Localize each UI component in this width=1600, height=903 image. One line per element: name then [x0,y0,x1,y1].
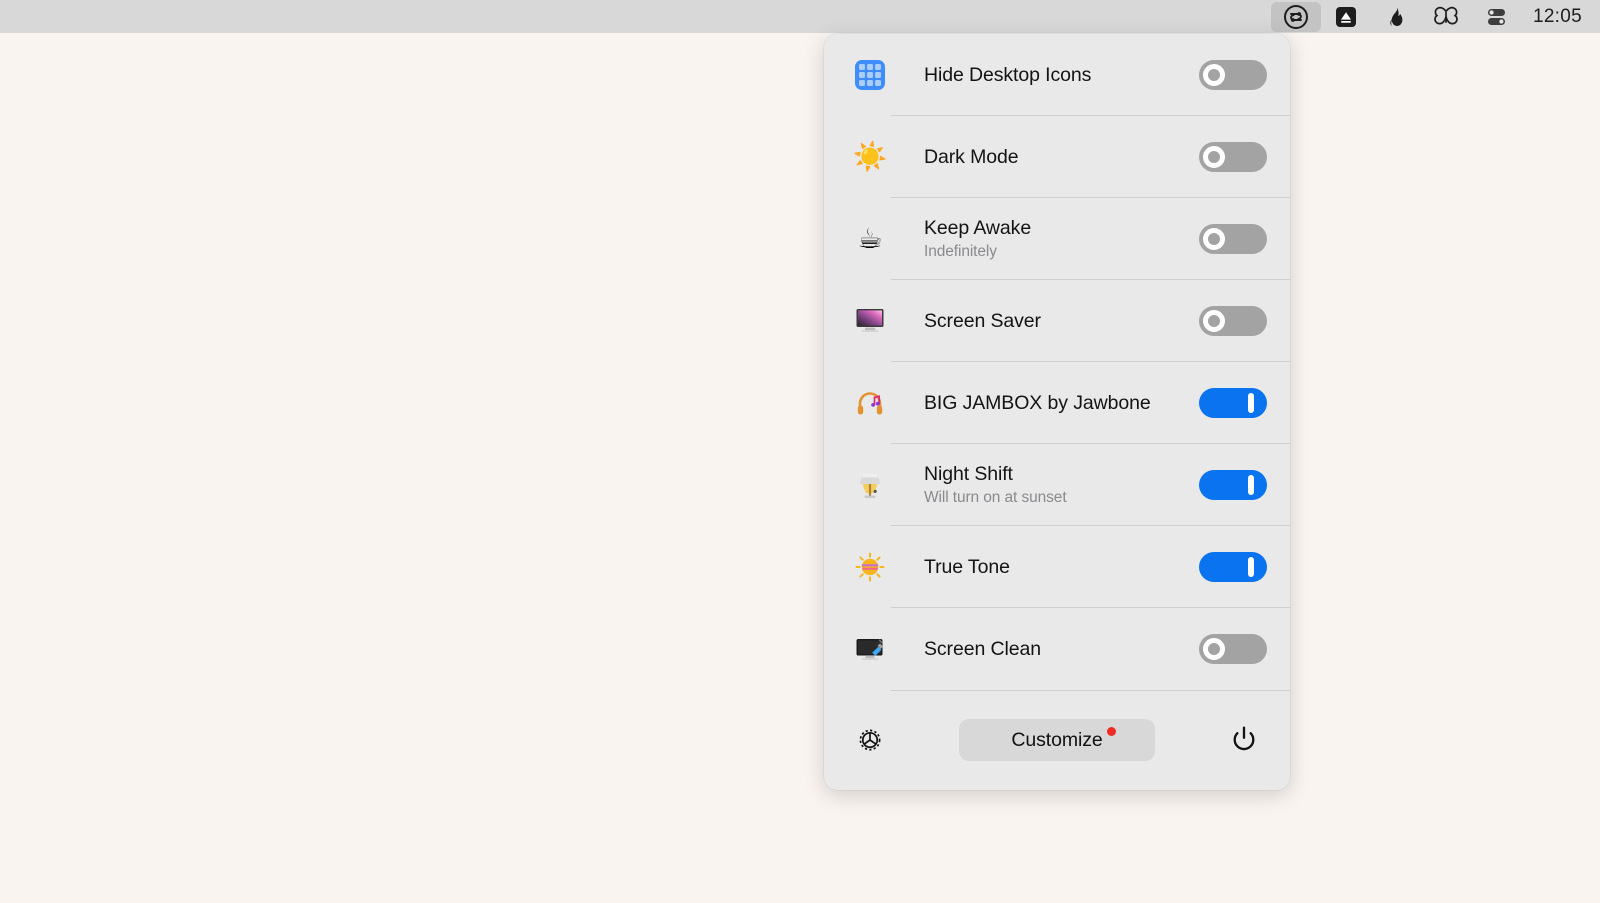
row-title: Keep Awake [924,217,1199,240]
menu-bar: 12:05 [0,0,1600,33]
toggle-keep-awake[interactable] [1199,224,1267,254]
toggle-screen-saver[interactable] [1199,306,1267,336]
row-title: BIG JAMBOX by Jawbone [924,392,1199,415]
gear-icon[interactable] [850,720,890,760]
row-subtitle: Indefinitely [924,242,1199,261]
row-text: Screen Clean [924,638,1199,661]
screen-clean-icon [850,629,890,669]
toggle-knob [1203,64,1225,86]
row-text: Dark Mode [924,146,1199,169]
menubar-toggles-icon[interactable] [1471,2,1521,32]
row-hide-desktop-icons[interactable]: Hide Desktop Icons [824,34,1290,116]
grid-icon [850,55,890,95]
row-title: Screen Clean [924,638,1199,661]
sun-icon: ☀️ [850,137,890,177]
row-big-jambox-by-jawbone[interactable]: BIG JAMBOX by Jawbone [824,362,1290,444]
toggle-night-shift[interactable] [1199,470,1267,500]
coffee-cup-icon: ☕ [850,219,890,259]
row-text: Night Shift Will turn on at sunset [924,463,1199,507]
panel-footer: Customize [824,690,1290,790]
menubar-clock: 12:05 [1533,6,1582,28]
toggle-rows-list: Hide Desktop Icons ☀️ Dark Mode ☕ [824,34,1290,690]
toggle-knob-bar [1248,393,1254,413]
toggle-knob-bar [1248,557,1254,577]
toggle-hide-desktop-icons[interactable] [1199,60,1267,90]
headphones-icon [850,383,890,423]
row-subtitle: Will turn on at sunset [924,488,1199,507]
notification-badge-dot [1107,727,1116,736]
menubar-flame-icon[interactable] [1371,2,1421,32]
row-dark-mode[interactable]: ☀️ Dark Mode [824,116,1290,198]
menubar-cleanmymac-icon[interactable] [1321,2,1371,32]
footer-divider [891,690,1290,691]
row-keep-awake[interactable]: ☕ Keep Awake Indefinitely [824,198,1290,280]
sun-with-face-icon [850,547,890,587]
customize-label: Customize [1011,729,1102,752]
row-screen-clean[interactable]: Screen Clean [824,608,1290,690]
row-title: Screen Saver [924,310,1199,333]
toggle-screen-clean[interactable] [1199,634,1267,664]
row-title: Hide Desktop Icons [924,64,1199,87]
row-text: BIG JAMBOX by Jawbone [924,392,1199,415]
row-true-tone[interactable]: True Tone [824,526,1290,608]
toggle-knob [1203,310,1225,332]
row-text: Screen Saver [924,310,1199,333]
row-title: Night Shift [924,463,1199,486]
menubar-butterfly-icon[interactable] [1421,2,1471,32]
customize-button[interactable]: Customize [959,719,1155,761]
row-text: True Tone [924,556,1199,579]
toggle-knob [1203,638,1225,660]
row-text: Hide Desktop Icons [924,64,1199,87]
toggle-true-tone[interactable] [1199,552,1267,582]
toggle-knob-bar [1248,475,1254,495]
desktop-computer-icon [850,301,890,341]
row-screen-saver[interactable]: Screen Saver [824,280,1290,362]
lamp-icon [850,465,890,505]
row-title: Dark Mode [924,146,1199,169]
toggle-dark-mode[interactable] [1199,142,1267,172]
one-switch-popover-panel: Hide Desktop Icons ☀️ Dark Mode ☕ [824,34,1290,790]
row-night-shift[interactable]: Night Shift Will turn on at sunset [824,444,1290,526]
toggle-knob [1203,228,1225,250]
row-text: Keep Awake Indefinitely [924,217,1199,261]
power-icon[interactable] [1224,720,1264,760]
toggle-big-jambox-by-jawbone[interactable] [1199,388,1267,418]
row-title: True Tone [924,556,1199,579]
toggle-knob [1203,146,1225,168]
menubar-one-switch-icon[interactable] [1271,2,1321,32]
